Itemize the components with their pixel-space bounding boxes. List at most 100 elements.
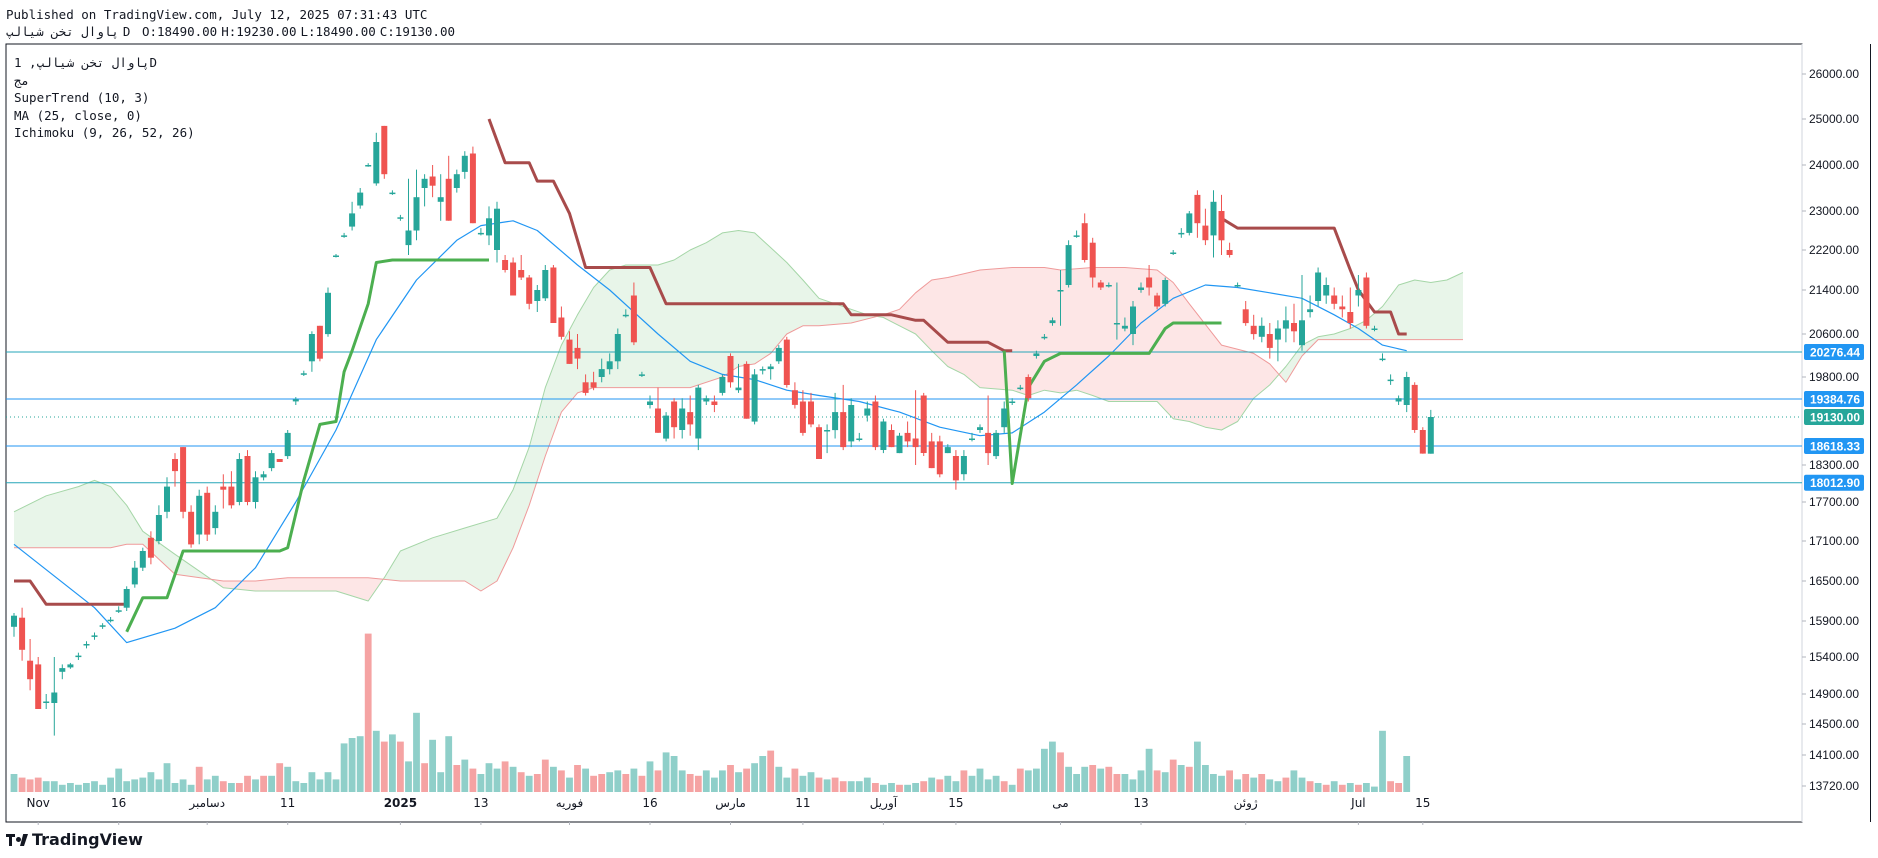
candle: [1258, 317, 1265, 343]
candle-body: [99, 625, 106, 627]
volume-bar: [163, 763, 171, 792]
candle-body: [204, 492, 211, 535]
volume-bar: [469, 768, 477, 792]
candle: [188, 505, 195, 548]
candle: [35, 657, 42, 709]
volume-bar: [1298, 777, 1306, 792]
candle-body: [1242, 309, 1249, 324]
candle-body: [1258, 325, 1265, 337]
candle-body: [1154, 295, 1161, 307]
price-chart[interactable]: 13720.00 14100.00 14500.00 14900.00 15400.00…: [0, 0, 1878, 858]
price-axis[interactable]: 13720.00 14100.00 14500.00 14900.00 15400.00…: [1802, 67, 1864, 793]
volume-bar: [316, 779, 324, 792]
volume-bar: [421, 763, 428, 792]
candle-body: [808, 401, 814, 425]
price-level-label: 20276.44: [1810, 346, 1860, 360]
x-tick-label: 16: [642, 796, 657, 810]
volume-bar: [960, 770, 968, 792]
candle-body: [1017, 387, 1024, 390]
candle: [1387, 374, 1394, 385]
candle: [437, 174, 444, 221]
volume-bar: [1266, 779, 1274, 792]
candle-body: [1234, 285, 1241, 287]
volume-bar: [622, 774, 630, 792]
candle-body: [799, 401, 806, 433]
y-tick-label: 26000.00: [1809, 67, 1859, 81]
candle: [260, 471, 267, 481]
candle-body: [405, 230, 412, 246]
candle-body: [518, 270, 525, 278]
legend-supertrend[interactable]: SuperTrend (10, 3): [14, 89, 195, 107]
candles[interactable]: [11, 125, 1434, 736]
y-tick-label: 20600.00: [1809, 327, 1859, 341]
legend-symbol[interactable]: پاوال تخن شیالپ, 1D: [14, 54, 195, 72]
volume-bar: [99, 784, 106, 792]
candle-body: [775, 347, 782, 362]
candle: [316, 325, 323, 362]
volume-bar: [1314, 783, 1322, 792]
candle: [824, 424, 831, 454]
volume-bar: [550, 766, 557, 792]
candle-body: [461, 155, 468, 172]
candle-body: [606, 361, 613, 370]
candle: [1403, 371, 1410, 413]
time-axis[interactable]: Nov 16 دسامبر 11 2025 13 فوریه 16 مارس 11 آوریل 15 م…: [26, 795, 1430, 825]
candle-body: [1323, 285, 1330, 296]
candle: [365, 163, 372, 167]
candle-body: [228, 486, 235, 506]
volume-bar: [1226, 770, 1233, 792]
legend-ma[interactable]: MA (25, close, 0): [14, 107, 195, 125]
candle: [767, 363, 774, 380]
volume-bar: [807, 772, 815, 792]
volume-bar: [1089, 765, 1097, 792]
candle-body: [960, 456, 967, 475]
candle: [679, 398, 686, 439]
candle: [220, 474, 227, 509]
candle-body: [864, 408, 871, 416]
candle-body: [1250, 325, 1257, 335]
volume-bar: [123, 781, 131, 792]
plot-border: [5, 43, 1803, 823]
volume-bar: [372, 730, 380, 792]
candle-body: [1218, 211, 1225, 241]
candle-body: [663, 415, 670, 439]
volume-bar: [1242, 774, 1250, 792]
candle: [59, 664, 66, 680]
candle: [1274, 320, 1281, 362]
volume-bar: [67, 783, 74, 792]
volume-bar: [131, 779, 139, 792]
candle: [300, 370, 307, 376]
candle: [1339, 295, 1346, 318]
volume-bar: [501, 761, 509, 792]
tradingview-logo[interactable]: TradingView: [6, 830, 143, 849]
volume-bar: [582, 768, 589, 792]
candle-body: [856, 438, 863, 440]
candle: [51, 657, 58, 736]
volume-bar: [252, 779, 259, 792]
volume-bar: [1129, 779, 1137, 792]
volume-bar: [839, 781, 847, 792]
volume-bar: [791, 768, 799, 792]
candle-body: [1315, 272, 1322, 301]
candle-body: [1121, 325, 1128, 329]
candle-body: [11, 615, 17, 627]
candle: [1323, 277, 1330, 304]
y-tick-label: 14100.00: [1809, 748, 1859, 762]
candle-body: [1266, 334, 1273, 348]
candle: [1347, 287, 1354, 329]
candle: [164, 477, 170, 519]
volume-bar: [260, 775, 267, 792]
candle-body: [429, 176, 436, 186]
candle-body: [413, 197, 420, 231]
volume-bar: [920, 781, 928, 792]
candle: [518, 255, 525, 280]
candle-body: [1097, 282, 1104, 288]
candle: [510, 257, 517, 296]
volume-bar: [429, 739, 436, 792]
candle: [172, 453, 178, 487]
candle-body: [783, 339, 790, 385]
legend-ichimoku[interactable]: Ichimoku (9, 26, 52, 26): [14, 124, 195, 142]
volume-bar: [58, 784, 66, 792]
candle: [373, 132, 380, 186]
volume-bar: [606, 772, 614, 792]
